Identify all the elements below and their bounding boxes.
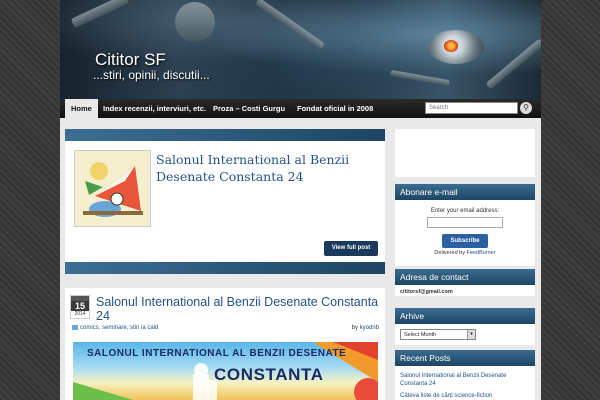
feedburner-link[interactable]: FeedBurner [467,250,496,256]
post-featured-image[interactable]: SALONUL INTERNATIONAL AL BENZII DESENATE… [73,342,378,400]
widget-title: Recent Posts [395,350,535,366]
recent-post-link[interactable]: Câteva liste de cărți science-fiction [400,392,532,400]
archives-widget: Arhive Select Month ▾ [395,308,535,345]
contact-widget: Adresa de contact cititorsf@gmail.com [395,269,535,296]
archive-selected-value: Select Month [404,332,437,338]
widget-title: Adresa de contact [395,269,535,285]
author-prefix: by [351,325,358,331]
header-robot-eye [444,40,458,52]
post-author: by kyodnb [352,325,379,331]
sidebar-blank-widget [395,129,535,177]
page-wrapper: Cititor SF ...stiri, opinii, discutii...… [60,0,541,400]
recent-posts-widget: Recent Posts Salonul International al Be… [395,350,535,400]
email-label: Enter your email address: [430,208,500,214]
post-categories: comics, seminare, stiri la cald [72,325,158,331]
comic-illustration-icon [75,151,150,226]
main-nav: Home Index recenzii, interviuri, etc. Pr… [60,99,541,118]
date-year: 2014 [74,311,86,317]
email-field[interactable] [427,217,503,228]
header-gear-shape [175,2,215,42]
widget-title: Arhive [395,308,535,324]
archive-month-select[interactable]: Select Month ▾ [400,329,476,340]
contact-email: cititorsf@gmail.com [400,289,453,295]
email-subscription-widget: Abonare e-mail Enter your email address:… [395,184,535,266]
recent-posts-list: Salonul International al Benzii Desenate… [400,372,532,400]
nav-item-home[interactable]: Home [65,99,98,118]
view-full-post-button[interactable]: View full post [324,241,378,256]
poster-text-top: SALONUL INTERNATIONAL AL BENZII DESENATE [87,348,347,359]
author-link[interactable]: kyodnb [360,325,379,331]
chevron-down-icon[interactable]: ▾ [467,330,475,339]
delivered-by: Delivered by FeedBurner [395,250,535,256]
site-header: Cititor SF ...stiri, opinii, discutii... [60,0,541,99]
nav-item-index[interactable]: Index recenzii, interviuri, etc. [97,99,212,118]
delivered-prefix: Delivered by [434,250,465,256]
search-input[interactable]: Search [425,102,518,114]
post-entry: 15 2014 Salonul International al Benzii … [65,288,385,400]
site-description: ...stiri, opinii, discutii... [93,68,210,82]
folder-icon [72,325,78,330]
slide-thumbnail[interactable] [74,150,151,227]
site-title[interactable]: Cititor SF [95,50,166,70]
search-icon[interactable]: ⚲ [520,102,532,114]
featured-slider: Salonul International al Benzii Desenate… [65,129,385,274]
slider-top-bar [65,129,385,141]
post-title-link[interactable]: Salonul International al Benzii Desenate… [96,295,381,323]
slide-title-link[interactable]: Salonul International al Benzii Desenate… [156,151,376,185]
subscribe-button[interactable]: Subscribe [442,234,488,248]
poster-text-main: CONSTANTA [214,365,324,384]
nav-item-fondat[interactable]: Fondat oficial in 2008 [291,99,379,118]
date-day: 15 [71,301,89,311]
widget-title: Abonare e-mail [395,184,535,200]
recent-post-link[interactable]: Salonul International al Benzii Desenate… [400,372,532,388]
slider-bottom-bar [65,262,385,274]
post-categories-links[interactable]: comics, seminare, stiri la cald [80,325,158,331]
date-badge: 15 2014 [70,295,90,319]
nav-item-proza[interactable]: Proza – Costi Gurgu [207,99,291,118]
